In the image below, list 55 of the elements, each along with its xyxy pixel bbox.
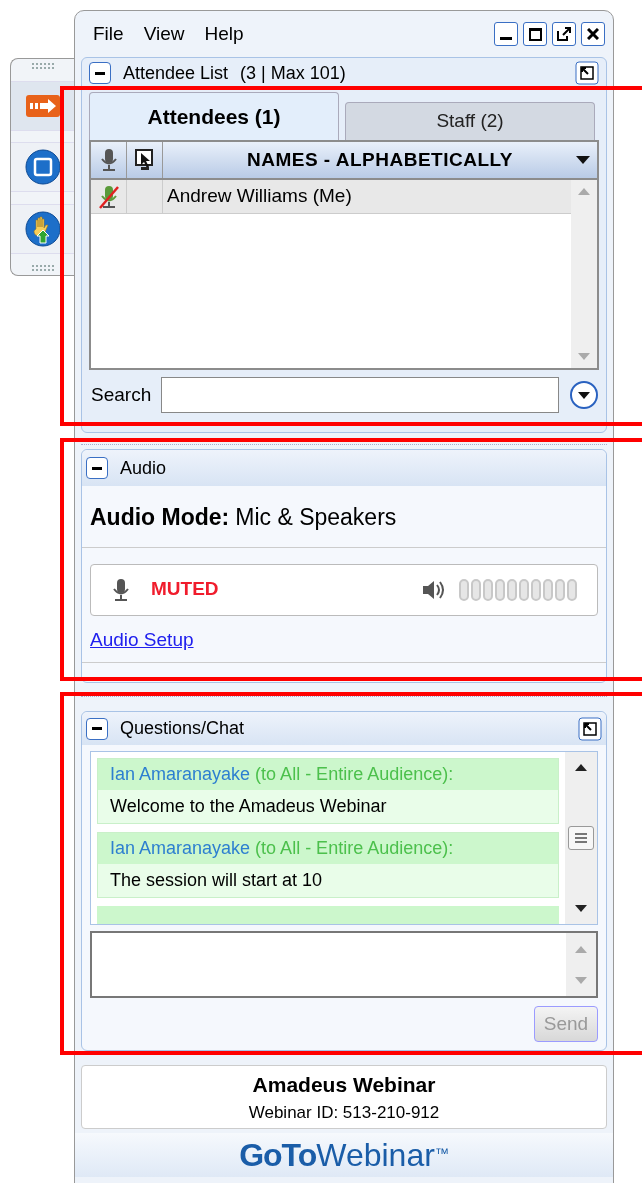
- panel-title: Audio: [120, 456, 167, 480]
- attendee-name: Andrew Williams (Me): [166, 184, 352, 209]
- caret-icon[interactable]: [575, 155, 591, 165]
- webinar-id: Webinar ID: 513-210-912: [248, 1102, 440, 1124]
- collapse-icon[interactable]: [86, 717, 108, 740]
- grip-icon[interactable]: [31, 265, 54, 271]
- message-recipient: (to All - Entire Audience):: [255, 838, 454, 859]
- toolbar-button[interactable]: [11, 80, 74, 131]
- microphone-icon: [98, 148, 119, 172]
- menu-item[interactable]: File: [93, 19, 124, 49]
- scroll-thumb[interactable]: [568, 826, 594, 851]
- brand-logo: GoToWebinar™: [75, 1133, 613, 1177]
- message-recipient: (to All - Entire Audience):: [255, 764, 454, 785]
- muted-microphone-icon: [98, 184, 119, 209]
- grip-icon[interactable]: [31, 63, 54, 69]
- menu-item[interactable]: View: [143, 19, 185, 49]
- audio-setup-link[interactable]: Audio Setup: [90, 628, 194, 650]
- external-window-icon: [557, 27, 571, 41]
- search-field[interactable]: [161, 377, 559, 413]
- audio-mode-label: Audio Mode:: [90, 503, 230, 532]
- panel-title: Questions/Chat: [120, 717, 245, 741]
- scrollbar[interactable]: [565, 752, 597, 925]
- raise-hand-icon: [24, 210, 61, 247]
- scroll-up-icon[interactable]: [575, 764, 587, 772]
- attendee-count: (3 | Max 101): [240, 61, 346, 85]
- message-sender: Ian Amaranayake: [110, 764, 251, 785]
- message-text: Welcome to the Amadeus Webinar: [109, 795, 388, 819]
- tab[interactable]: Staff (2): [345, 102, 595, 140]
- tab[interactable]: Attendees (1): [89, 92, 339, 140]
- microphone-icon: [111, 577, 131, 602]
- scroll-down-icon[interactable]: [575, 905, 587, 913]
- menu-item[interactable]: Help: [204, 19, 244, 49]
- collapse-icon[interactable]: [89, 62, 111, 84]
- toolbar-button[interactable]: [11, 203, 74, 254]
- panel-title: Attendee List: [123, 61, 229, 85]
- screen-pointer-icon: [134, 149, 155, 171]
- audio-mode-value: Mic & Speakers: [235, 503, 397, 532]
- close-button[interactable]: [581, 22, 605, 46]
- maximize-button[interactable]: [523, 22, 547, 46]
- detach-button[interactable]: [552, 22, 576, 46]
- popout-icon[interactable]: [575, 61, 599, 85]
- minimize-button[interactable]: [494, 22, 518, 46]
- mic-status: MUTED: [151, 577, 219, 602]
- toolbar-button[interactable]: [11, 142, 74, 192]
- message-text: The session will start at 10: [109, 869, 324, 893]
- popout-icon[interactable]: [578, 716, 602, 741]
- attendee-row[interactable]: Andrew Williams (Me): [91, 180, 571, 214]
- screen-icon: [24, 149, 61, 185]
- dropdown-icon[interactable]: [569, 380, 599, 410]
- message-sender: Ian Amaranayake: [110, 838, 251, 859]
- collapse-icon[interactable]: [86, 457, 108, 479]
- search-label: Search: [91, 382, 152, 407]
- webinar-title: Amadeus Webinar: [252, 1071, 436, 1098]
- speaker-icon: [421, 578, 445, 601]
- close-icon: [587, 28, 599, 40]
